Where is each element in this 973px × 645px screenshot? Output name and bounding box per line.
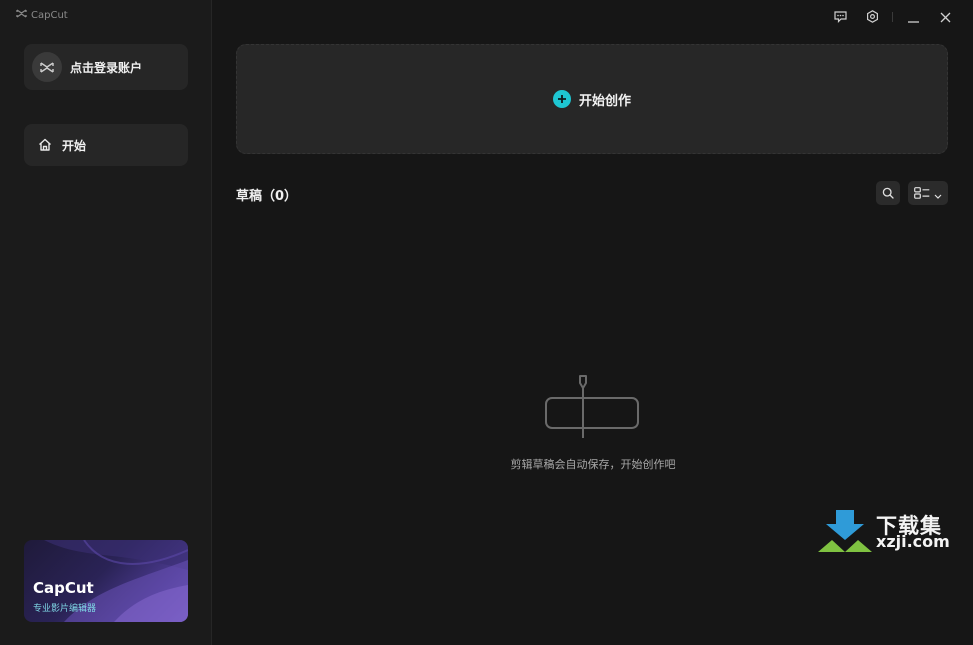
empty-drafts-message: 剪辑草稿会自动保存，开始创作吧 (510, 458, 676, 471)
feedback-icon (833, 8, 847, 27)
feedback-button[interactable] (824, 8, 856, 26)
brand: CapCut (16, 9, 68, 21)
avatar (32, 52, 62, 82)
promo-subtitle: 专业影片编辑器 (33, 604, 97, 614)
login-label: 点击登录账户 (70, 60, 143, 75)
minimize-button[interactable] (897, 8, 929, 26)
start-creating-label: 开始创作 (578, 93, 631, 109)
titlebar-divider (892, 12, 893, 22)
search-icon (882, 184, 894, 203)
minimize-icon (907, 8, 919, 27)
promo-title: CapCut (33, 579, 94, 597)
watermark: 下载集 xzji.com (818, 510, 968, 554)
sidebar: CapCut 点击登录账户 开始 CapCut 专业影片编辑器 (0, 0, 212, 645)
login-account-button[interactable]: 点击登录账户 (24, 44, 188, 90)
empty-drafts-illustration (545, 374, 641, 444)
plus-icon (552, 90, 571, 108)
promo-banner[interactable]: CapCut 专业影片编辑器 (24, 540, 188, 622)
sidebar-item-start[interactable]: 开始 (24, 124, 188, 166)
settings-button[interactable] (856, 8, 888, 26)
drafts-toolbar (876, 181, 948, 205)
brand-name: CapCut (31, 9, 68, 21)
capcut-window: CapCut 点击登录账户 开始 CapCut 专业影片编辑器 开始创作 草稿（… (0, 0, 973, 645)
chevron-down-icon (934, 184, 942, 203)
watermark-url: xzji.com (876, 532, 950, 551)
titlebar-controls (824, 8, 961, 26)
search-drafts-button[interactable] (876, 181, 900, 205)
close-icon (940, 8, 951, 27)
settings-gear-icon (866, 8, 879, 27)
capcut-logo-icon (40, 58, 54, 77)
drafts-heading: 草稿（0） (236, 189, 298, 204)
capcut-logo-icon (16, 9, 27, 21)
close-button[interactable] (929, 8, 961, 26)
view-mode-dropdown[interactable] (908, 181, 948, 205)
view-toggle-icon (914, 184, 930, 203)
sidebar-item-label: 开始 (62, 138, 87, 153)
home-icon (38, 136, 52, 155)
start-creating-button[interactable]: 开始创作 (236, 44, 948, 154)
